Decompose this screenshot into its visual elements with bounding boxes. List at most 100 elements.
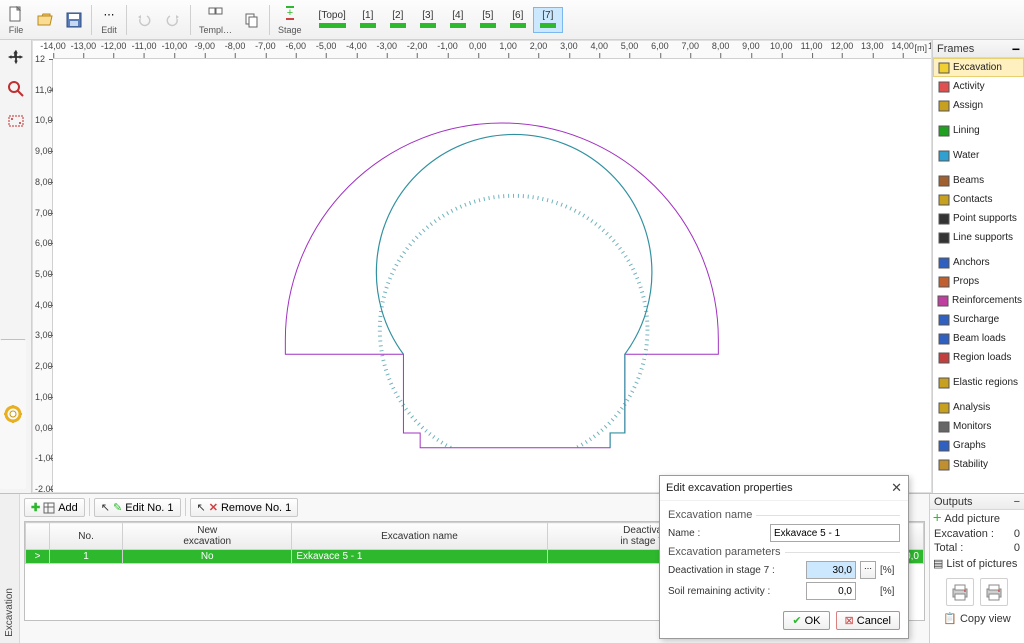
frames-panel: Frames − ExcavationActivityAssign Lining W…	[932, 40, 1024, 493]
frame-item-graphs[interactable]: Graphs	[933, 436, 1024, 455]
cursor-icon: ↖	[197, 501, 206, 514]
outputs-panel: Outputs − 🞤Add picture Excavation :0Tota…	[929, 494, 1024, 643]
frame-item-point-supports[interactable]: Point supports	[933, 209, 1024, 228]
point-supports-icon	[937, 212, 950, 225]
close-icon[interactable]: ✕	[891, 480, 902, 496]
zoom-extents-tool[interactable]	[3, 108, 29, 134]
frame-item-monitors[interactable]: Monitors	[933, 417, 1024, 436]
deactivation-label: Deactivation in stage 7 :	[668, 565, 802, 576]
edit-excavation-dialog: Edit excavation properties ✕ Excavation …	[659, 475, 909, 639]
activity-icon	[937, 80, 950, 93]
copy-icon	[243, 10, 261, 30]
stage-tab-1[interactable]: [1]	[353, 7, 383, 33]
output-count-row: Total :0	[930, 541, 1024, 555]
frame-item-beam-loads[interactable]: Beam loads	[933, 329, 1024, 348]
props-icon	[937, 275, 950, 288]
pan-tool[interactable]	[3, 44, 29, 70]
stage-tab-2[interactable]: [2]	[383, 7, 413, 33]
deactivation-picker-button[interactable]: ⋯	[860, 561, 876, 579]
templates-button[interactable]: Templ…	[194, 2, 237, 38]
line-supports-icon	[937, 231, 950, 244]
templates-icon	[207, 5, 225, 25]
surcharge-icon	[937, 313, 950, 326]
assign-icon	[937, 99, 950, 112]
main-toolbar: File ⋯ Edit Templ… +− Stage [Topo][1][2]…	[0, 0, 1024, 40]
frame-item-region-loads[interactable]: Region loads	[933, 348, 1024, 367]
copy-view-icon: 📋	[943, 612, 957, 625]
remove-row-button[interactable]: ↖✕Remove No. 1	[190, 498, 299, 517]
bottom-tab[interactable]: Excavation	[0, 494, 20, 643]
graphs-icon	[937, 439, 950, 452]
settings-tool[interactable]	[0, 339, 26, 489]
copy-paste-button[interactable]	[238, 2, 266, 38]
beams-icon	[937, 174, 950, 187]
frame-item-props[interactable]: Props	[933, 272, 1024, 291]
copy-view-button[interactable]: 📋Copy view	[930, 610, 1024, 627]
zoom-tool[interactable]	[3, 76, 29, 102]
ok-button[interactable]: ✔OK	[783, 611, 829, 630]
anchors-icon	[937, 256, 950, 269]
cancel-button[interactable]: ⊠Cancel	[836, 611, 900, 630]
frame-item-elastic-regions[interactable]: Elastic regions	[933, 373, 1024, 392]
add-picture-button[interactable]: 🞤Add picture	[930, 510, 1024, 527]
elastic-regions-icon	[937, 376, 950, 389]
frame-item-contacts[interactable]: Contacts	[933, 190, 1024, 209]
outputs-minimize-icon[interactable]: −	[1014, 496, 1020, 508]
frame-item-line-supports[interactable]: Line supports	[933, 228, 1024, 247]
reinforcements-icon	[937, 294, 949, 307]
add-button[interactable]: ✚Add	[24, 498, 85, 517]
deactivation-field[interactable]	[806, 561, 856, 579]
file-button[interactable]: File	[2, 2, 30, 38]
stage-tab-4[interactable]: [4]	[443, 7, 473, 33]
folder-open-icon	[36, 10, 54, 30]
frame-item-reinforcements[interactable]: Reinforcements	[933, 291, 1024, 310]
frames-minimize-icon[interactable]: −	[1012, 42, 1020, 56]
svg-text:+: +	[287, 7, 293, 19]
frame-item-activity[interactable]: Activity	[933, 77, 1024, 96]
frame-item-stability[interactable]: Stability	[933, 455, 1024, 474]
edit-row-button[interactable]: ↖✎Edit No. 1	[94, 498, 181, 517]
name-field[interactable]	[770, 524, 900, 542]
ruler-horizontal: [m]-14,00-13,00-12,00-11,00-10,00-9,00-8…	[53, 41, 931, 59]
stage-tabs: [Topo][1][2][3][4][5][6][7]	[312, 7, 563, 33]
stage-tab-6[interactable]: [6]	[503, 7, 533, 33]
cursor-icon: ↖	[101, 501, 110, 514]
print-button-1[interactable]	[946, 578, 974, 606]
print-button-2[interactable]	[980, 578, 1008, 606]
open-button[interactable]	[31, 2, 59, 38]
dialog-header: Edit excavation properties ✕	[660, 476, 908, 501]
frame-item-analysis[interactable]: Analysis	[933, 398, 1024, 417]
stage-tab-7[interactable]: [7]	[533, 7, 563, 33]
region-loads-icon	[937, 351, 950, 364]
drawing-viewport[interactable]	[53, 59, 931, 492]
bottom-panel: Excavation ✚Add ↖✎Edit No. 1 ↖✕Remove No…	[0, 493, 1024, 643]
frame-item-excavation[interactable]: Excavation	[933, 58, 1024, 77]
redo-button	[159, 2, 187, 38]
file-new-icon	[7, 5, 25, 25]
water-icon	[937, 149, 950, 162]
picture-plus-icon: 🞤	[933, 512, 941, 525]
contacts-icon	[937, 193, 950, 206]
edit-button[interactable]: ⋯ Edit	[95, 2, 123, 38]
grid-icon	[43, 502, 55, 514]
frame-item-beams[interactable]: Beams	[933, 171, 1024, 190]
stage-button[interactable]: +− Stage	[273, 2, 307, 38]
redo-icon	[164, 10, 182, 30]
edit-icon: ⋯	[104, 5, 115, 25]
frame-item-surcharge[interactable]: Surcharge	[933, 310, 1024, 329]
list-pictures-button[interactable]: ▤List of pictures	[930, 555, 1024, 572]
stage-tab-5[interactable]: [5]	[473, 7, 503, 33]
frame-item-anchors[interactable]: Anchors	[933, 253, 1024, 272]
frame-item-assign[interactable]: Assign	[933, 96, 1024, 115]
stage-tab-0[interactable]: [Topo]	[312, 7, 353, 33]
canvas-area[interactable]: [m]-14,00-13,00-12,00-11,00-10,00-9,00-8…	[32, 40, 932, 493]
undo-icon	[135, 10, 153, 30]
stage-tab-3[interactable]: [3]	[413, 7, 443, 33]
output-count-row: Excavation :0	[930, 527, 1024, 541]
remaining-field[interactable]	[806, 582, 856, 600]
frame-item-water[interactable]: Water	[933, 146, 1024, 165]
frame-item-lining[interactable]: Lining	[933, 121, 1024, 140]
lining-icon	[937, 124, 950, 137]
frames-header: Frames −	[933, 40, 1024, 58]
save-button[interactable]	[60, 2, 88, 38]
